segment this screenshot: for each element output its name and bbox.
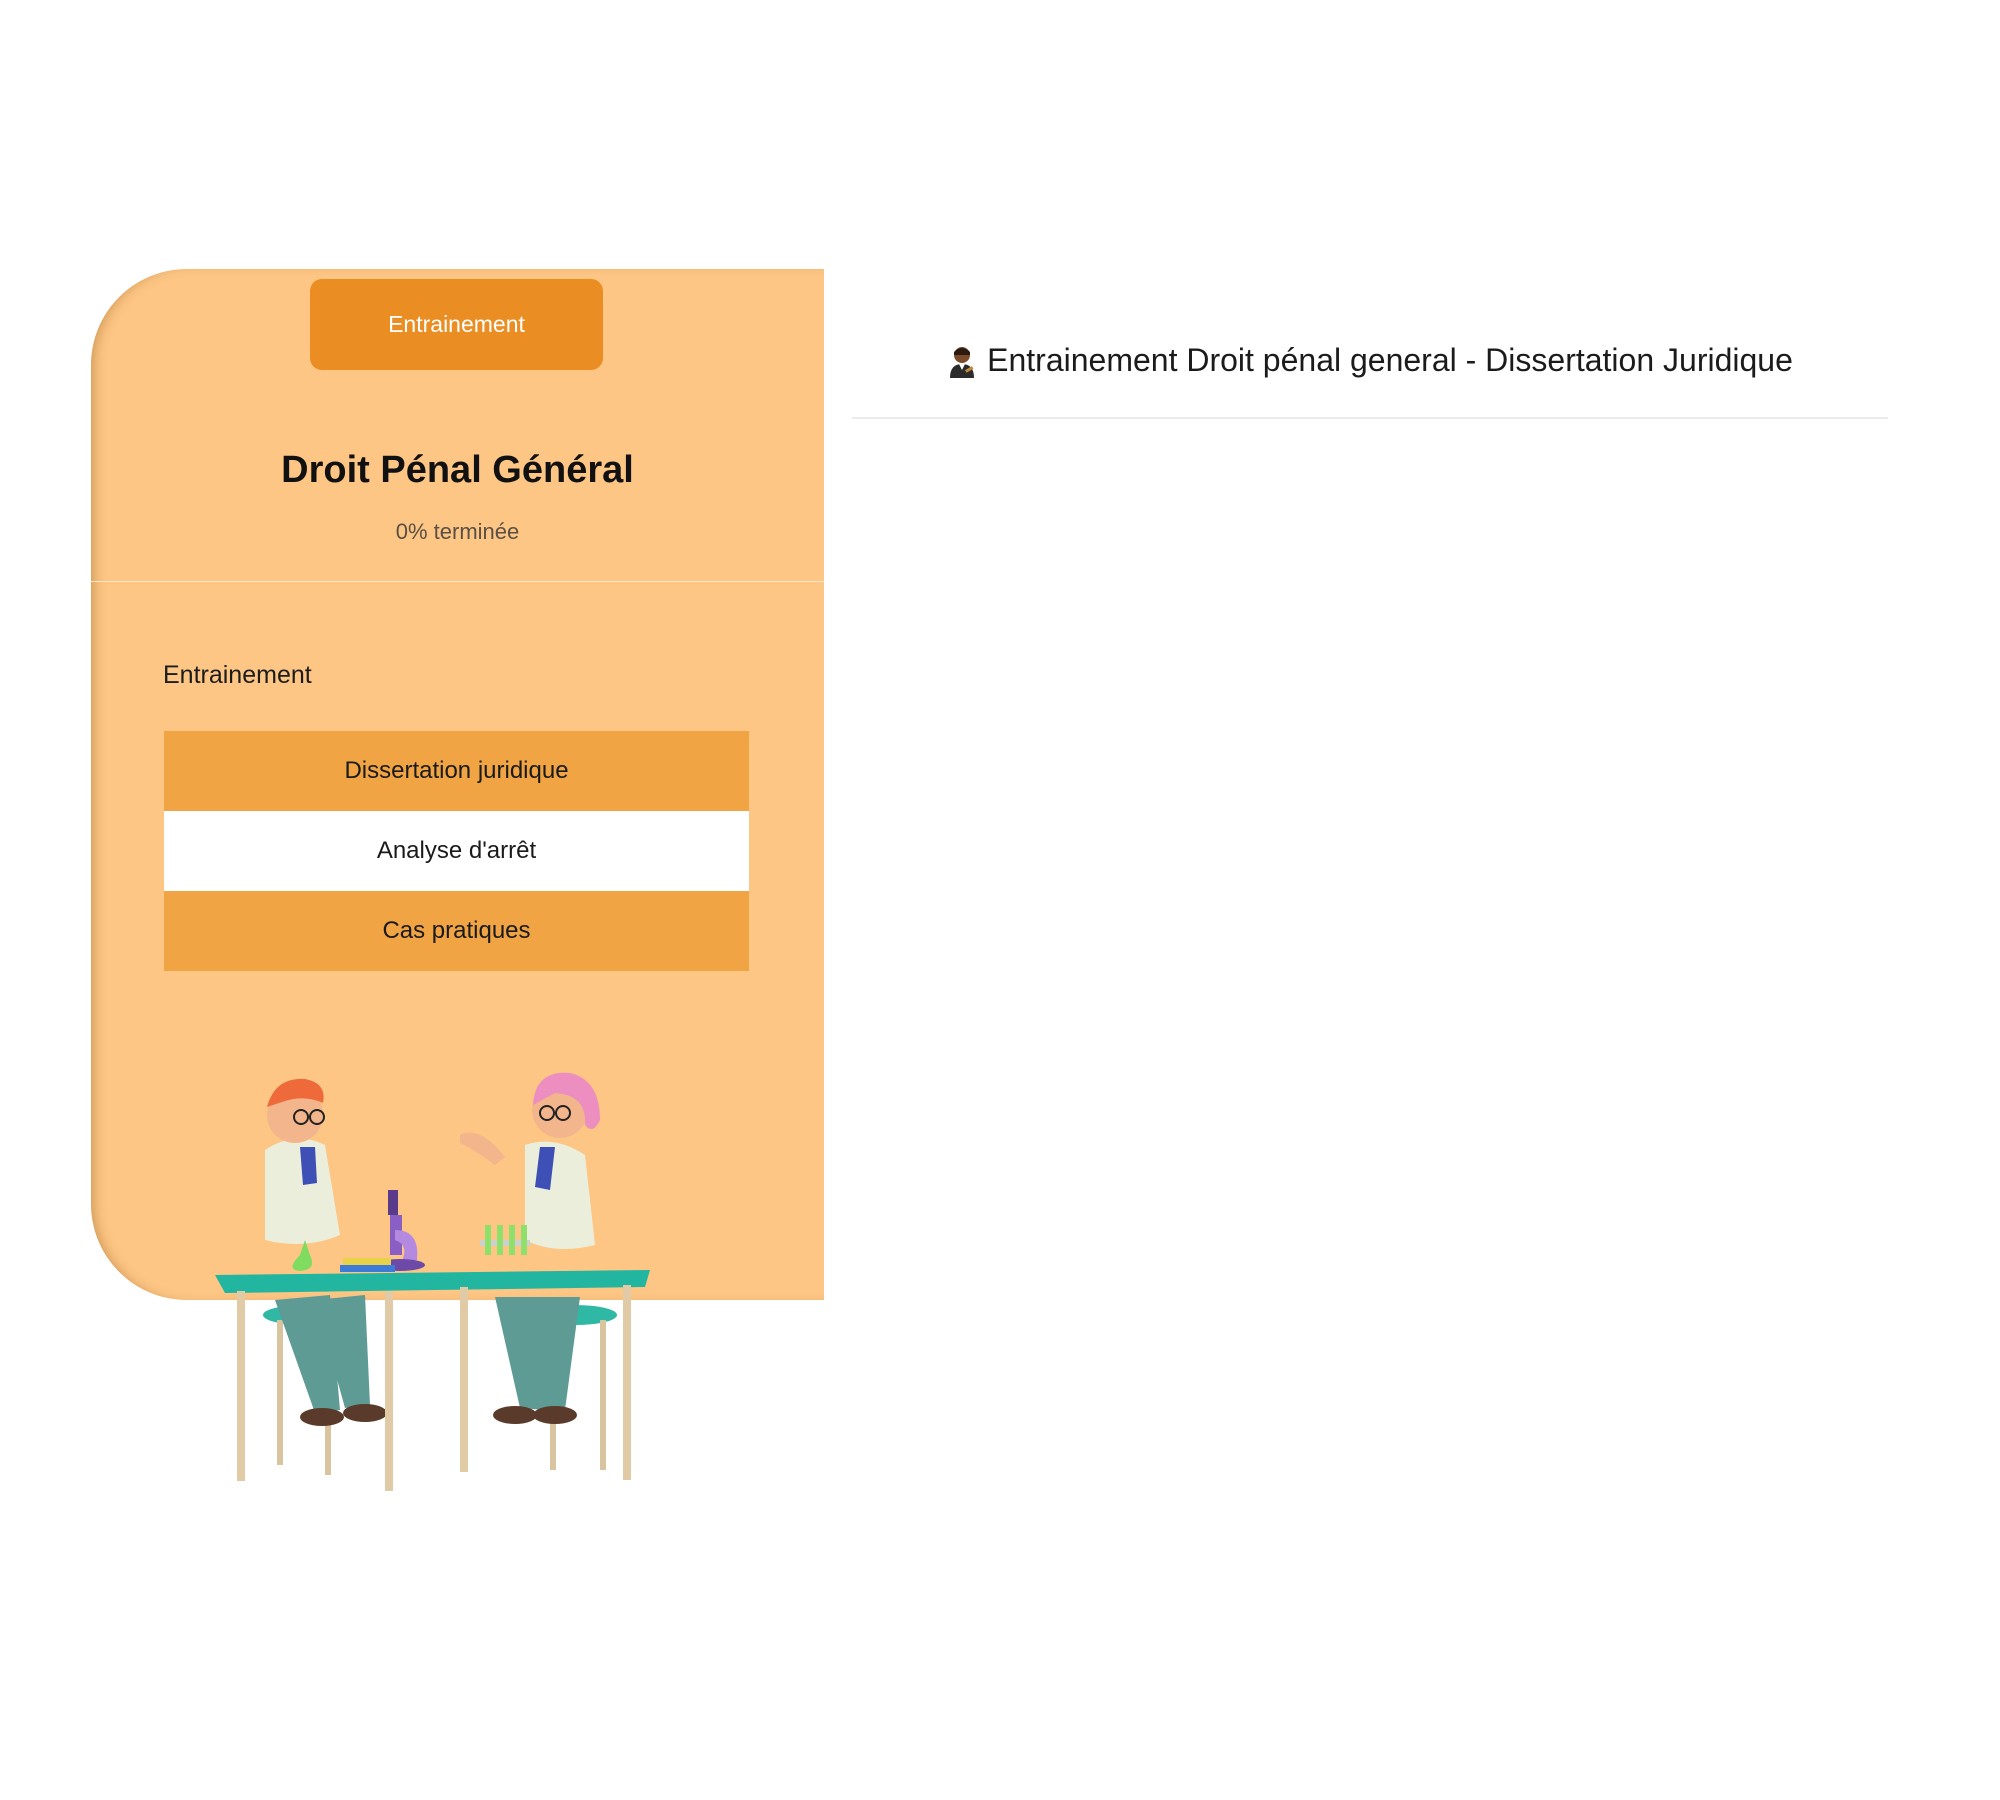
nav-item-dissertation[interactable]: Dissertation juridique (164, 731, 749, 811)
content-header: Entrainement Droit pénal general - Disse… (852, 300, 1888, 419)
entrainement-button[interactable]: Entrainement (310, 279, 603, 370)
nav-list: Dissertation juridique Analyse d'arrêt C… (164, 731, 749, 971)
section-label: Entrainement (163, 661, 312, 689)
judge-icon (947, 344, 977, 378)
scientists-illustration (215, 1072, 650, 1491)
course-title: Droit Pénal Général (281, 449, 634, 491)
progress-text: 0% terminée (395, 519, 520, 544)
content-title: Entrainement Droit pénal general - Disse… (852, 342, 1888, 379)
sidebar-divider (91, 581, 824, 582)
nav-item-analyse-arret[interactable]: Analyse d'arrêt (164, 811, 749, 891)
nav-item-cas-pratiques[interactable]: Cas pratiques (164, 891, 749, 971)
content-title-text: Entrainement Droit pénal general - Disse… (987, 342, 1793, 378)
page: Entrainement Droit Pénal Général 0% term… (0, 0, 2000, 1800)
